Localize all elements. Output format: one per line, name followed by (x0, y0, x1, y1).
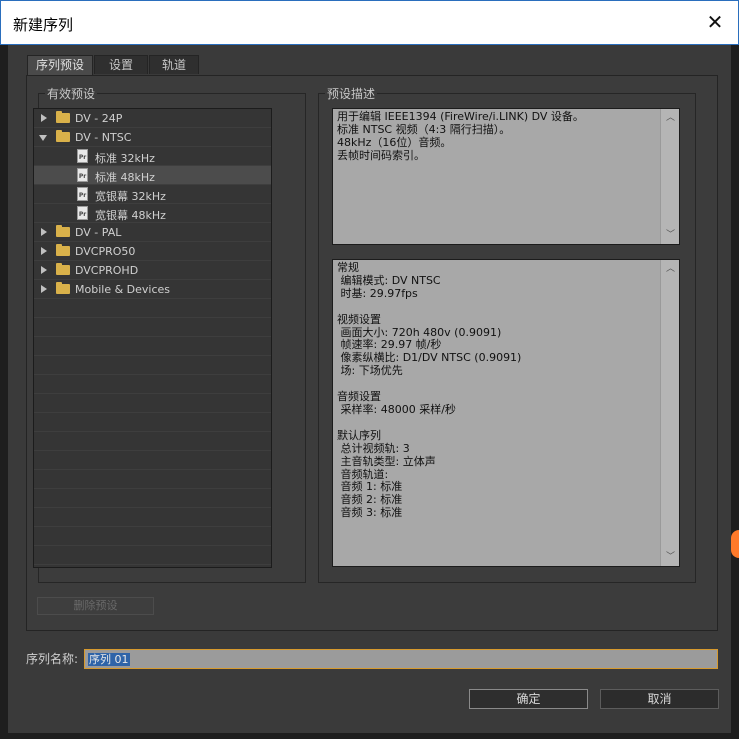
preset-item-row[interactable]: Pr 标准 32kHz (34, 147, 271, 166)
preset-folder-row[interactable]: DV - 24P (34, 109, 271, 128)
sequence-name-input[interactable]: 序列 01 (84, 649, 718, 669)
delete-preset-button[interactable]: 删除预设 (37, 597, 154, 615)
premiere-file-icon: Pr (77, 206, 88, 220)
empty-row (34, 356, 271, 375)
window-title: 新建序列 (13, 16, 74, 34)
preset-description-label: 预设描述 (325, 85, 378, 102)
preset-folder-row[interactable]: DVCPROHD (34, 261, 271, 280)
preset-item-label: 标准 48kHz (95, 171, 155, 184)
folder-icon (56, 244, 70, 256)
folder-icon (56, 282, 70, 294)
premiere-file-icon: Pr (77, 168, 88, 182)
scroll-up-icon[interactable]: ︿ (664, 113, 677, 123)
folder-icon (56, 225, 70, 237)
empty-row (34, 337, 271, 356)
empty-row (34, 508, 271, 527)
empty-row (34, 413, 271, 432)
preset-details-text: 常规 编辑模式: DV NTSC 时基: 29.97fps 视频设置 画面大小:… (337, 261, 522, 520)
preset-item-row[interactable]: Pr 标准 48kHz (34, 166, 271, 185)
preset-folder-label: DVCPRO50 (75, 245, 136, 258)
scroll-up-icon[interactable]: ︿ (664, 264, 677, 274)
empty-row (34, 451, 271, 470)
available-presets-label: 有效预设 (45, 85, 98, 102)
close-icon[interactable]: ✕ (702, 9, 728, 35)
folder-icon (56, 263, 70, 275)
preset-item-label: 标准 32kHz (95, 152, 155, 165)
preset-item-label: 宽银幕 48kHz (95, 209, 166, 222)
ok-button[interactable]: 确定 (469, 689, 588, 709)
new-sequence-dialog: 序列预设 设置 轨道 有效预设 预设描述 DV - 24P DV - NTSC Pr… (8, 45, 731, 733)
chevron-right-icon[interactable] (41, 228, 47, 236)
scroll-down-icon[interactable]: ﹀ (664, 552, 677, 562)
preset-tree[interactable]: DV - 24P DV - NTSC Pr 标准 32kHz Pr 标准 48kHz Pr 宽… (33, 108, 272, 568)
chevron-right-icon[interactable] (41, 114, 47, 122)
empty-row (34, 299, 271, 318)
tab-tracks[interactable]: 轨道 (149, 55, 199, 74)
preset-item-row[interactable]: Pr 宽银幕 48kHz (34, 204, 271, 223)
folder-icon (56, 111, 70, 123)
preset-item-label: 宽银幕 32kHz (95, 190, 166, 203)
empty-row (34, 489, 271, 508)
preset-item-row[interactable]: Pr 宽银幕 32kHz (34, 185, 271, 204)
empty-row (34, 470, 271, 489)
empty-row (34, 375, 271, 394)
preset-folder-row[interactable]: Mobile & Devices (34, 280, 271, 299)
tab-settings[interactable]: 设置 (94, 55, 148, 74)
preset-folder-row[interactable]: DVCPRO50 (34, 242, 271, 261)
preset-summary-text: 用于编辑 IEEE1394 (FireWire/i.LINK) DV 设备。 标… (337, 110, 584, 162)
preset-folder-row[interactable]: DV - NTSC (34, 128, 271, 147)
edge-decoration (731, 530, 739, 558)
preset-folder-label: DVCPROHD (75, 264, 139, 277)
folder-icon (56, 130, 70, 142)
chevron-right-icon[interactable] (41, 266, 47, 274)
scroll-down-icon[interactable]: ﹀ (664, 230, 677, 240)
empty-row (34, 394, 271, 413)
empty-row (34, 527, 271, 546)
sequence-name-value: 序列 01 (88, 653, 130, 666)
summary-scrollbar[interactable]: ︿ ﹀ (660, 109, 679, 244)
chevron-right-icon[interactable] (41, 285, 47, 293)
chevron-down-icon[interactable] (39, 135, 47, 141)
empty-row (34, 432, 271, 451)
title-bar: 新建序列 ✕ (0, 0, 739, 45)
premiere-file-icon: Pr (77, 187, 88, 201)
preset-folder-label: DV - 24P (75, 112, 123, 125)
tab-sequence-presets[interactable]: 序列预设 (27, 55, 93, 76)
premiere-file-icon: Pr (77, 149, 88, 163)
empty-row (34, 546, 271, 565)
cancel-button[interactable]: 取消 (600, 689, 719, 709)
preset-folder-label: DV - PAL (75, 226, 122, 239)
sequence-name-label: 序列名称: (26, 652, 79, 666)
preset-details-box[interactable]: 常规 编辑模式: DV NTSC 时基: 29.97fps 视频设置 画面大小:… (332, 259, 680, 567)
preset-folder-label: Mobile & Devices (75, 283, 171, 296)
preset-folder-row[interactable]: DV - PAL (34, 223, 271, 242)
preset-folder-label: DV - NTSC (75, 131, 132, 144)
preset-summary-box[interactable]: 用于编辑 IEEE1394 (FireWire/i.LINK) DV 设备。 标… (332, 108, 680, 245)
details-scrollbar[interactable]: ︿ ﹀ (660, 260, 679, 566)
empty-row (34, 318, 271, 337)
chevron-right-icon[interactable] (41, 247, 47, 255)
